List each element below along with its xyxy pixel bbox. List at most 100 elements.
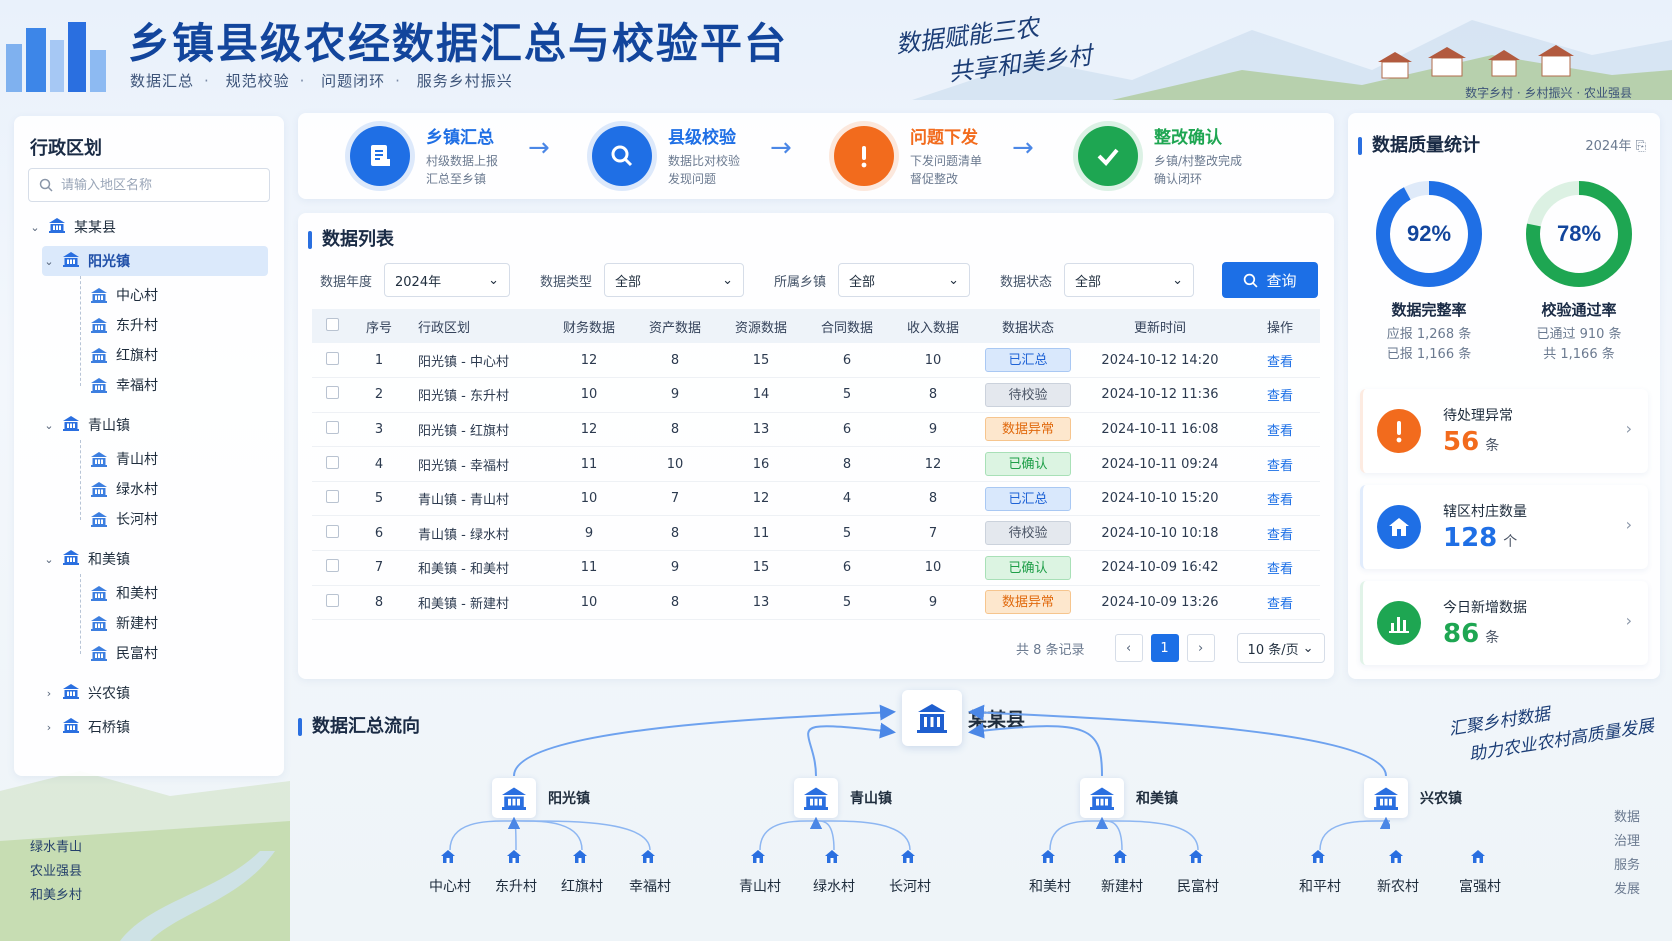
- view-link[interactable]: 查看: [1267, 459, 1293, 474]
- page-size-select[interactable]: 10 条/页 ⌄: [1236, 633, 1325, 663]
- row-checkbox[interactable]: [325, 420, 339, 434]
- process-step[interactable]: 问题下发 下发问题清单 督促整改: [834, 123, 982, 188]
- search-icon: [39, 178, 53, 192]
- table-row: 4 阳光镇 - 幸福村 11 10 16 8 12 已确认 2024-10-11 09:24 查看: [312, 446, 1320, 482]
- tree-town[interactable]: ⌄ 青山镇: [42, 410, 268, 440]
- status-cell: 数据异常: [976, 585, 1080, 621]
- stat-unit: 个: [1503, 534, 1518, 550]
- next-page-button[interactable]: ›: [1186, 634, 1215, 662]
- view-link[interactable]: 查看: [1267, 424, 1293, 439]
- region-search-input[interactable]: [61, 177, 251, 193]
- table-cell: 2024-10-12 11:36: [1080, 377, 1240, 413]
- stat-card[interactable]: 待处理异常 56 条 ›: [1360, 389, 1648, 473]
- total-records: 共 8 条记录: [1016, 642, 1085, 658]
- status-cell: 数据异常: [976, 412, 1080, 448]
- status-select[interactable]: 全部 ⌄: [1064, 263, 1195, 297]
- stat-card[interactable]: 辖区村庄数量 128 个 ›: [1360, 485, 1648, 569]
- tree-town[interactable]: › 石桥镇: [42, 712, 268, 742]
- table-cell: 12: [546, 412, 632, 448]
- row-checkbox[interactable]: [325, 490, 339, 504]
- table-cell: 7: [352, 550, 406, 586]
- chevron-down-icon: ⌄: [44, 418, 54, 432]
- tree-village[interactable]: 绿水村: [90, 474, 260, 504]
- tree-town[interactable]: › 兴农镇: [42, 678, 268, 708]
- house-icon: [1377, 505, 1421, 549]
- row-checkbox[interactable]: [325, 593, 339, 607]
- data-table: 序号 行政区划 财务数据 资产数据 资源数据 合同数据 收入数据 数据状态 更新…: [312, 309, 1320, 621]
- tree-village[interactable]: 东升村: [90, 310, 260, 340]
- table-cell: 2024-10-10 10:18: [1080, 515, 1240, 552]
- year-select[interactable]: 2024年 ⌄: [384, 263, 511, 297]
- row-checkbox[interactable]: [325, 524, 339, 538]
- table-cell: 阳光镇 - 东升村: [406, 377, 546, 413]
- view-link[interactable]: 查看: [1267, 597, 1293, 612]
- process-step[interactable]: 乡镇汇总 村级数据上报 汇总至乡镇: [350, 123, 498, 188]
- action-cell: 查看: [1240, 377, 1320, 413]
- tree-town[interactable]: ⌄ 阳光镇: [42, 246, 268, 276]
- table-cell: 10: [632, 446, 718, 482]
- view-link[interactable]: 查看: [1267, 389, 1293, 404]
- view-link[interactable]: 查看: [1267, 562, 1293, 577]
- city-buildings-icon: [6, 22, 106, 92]
- filter-status: 数据状态 全部 ⌄: [1000, 263, 1195, 297]
- column-header: 数据状态: [976, 309, 1080, 343]
- tree-village[interactable]: 幸福村: [90, 370, 260, 400]
- tree-village-label: 新建村: [116, 616, 158, 632]
- step-desc-line: 乡镇/村整改完成: [1154, 154, 1243, 168]
- filter-label: 数据类型: [540, 274, 593, 290]
- pass-rate-donut: 78%: [1526, 181, 1632, 287]
- view-link[interactable]: 查看: [1267, 355, 1293, 370]
- type-select[interactable]: 全部 ⌄: [604, 263, 745, 297]
- region-search[interactable]: [28, 168, 270, 202]
- tree-village[interactable]: 青山村: [90, 444, 260, 474]
- completeness-value: 92%: [1407, 221, 1451, 246]
- stat-label: 待处理异常: [1443, 408, 1513, 424]
- motto-text: 和美乡村: [30, 888, 83, 903]
- action-cell: 查看: [1240, 412, 1320, 448]
- town-building-icon: [62, 683, 80, 703]
- stat-value-wrap: 56 条: [1443, 427, 1499, 457]
- stat-card[interactable]: 今日新增数据 86 条 ›: [1360, 581, 1648, 665]
- table-header: 序号 行政区划 财务数据 资产数据 资源数据 合同数据 收入数据 数据状态 更新…: [312, 309, 1320, 343]
- tree-county[interactable]: ⌄ 某某县: [28, 212, 268, 242]
- year-picker[interactable]: 2024年 ⎘: [1585, 135, 1646, 154]
- step-desc-line: 督促整改: [910, 172, 959, 186]
- table-row: 2 阳光镇 - 东升村 10 9 14 5 8 待校验 2024-10-12 11:36 查看: [312, 377, 1320, 413]
- prev-page-button[interactable]: ‹: [1114, 634, 1143, 662]
- table-cell: 9: [632, 550, 718, 586]
- select-all-checkbox[interactable]: [325, 317, 339, 331]
- view-link[interactable]: 查看: [1267, 493, 1293, 508]
- action-cell: 查看: [1240, 585, 1320, 621]
- flow-connector: [1096, 817, 1123, 851]
- check-icon: [1078, 125, 1138, 186]
- query-button[interactable]: 查询: [1222, 262, 1318, 298]
- town-select[interactable]: 全部 ⌄: [838, 263, 971, 297]
- header-tagline: 数字乡村 · 乡村振兴 · 农业强县: [1465, 86, 1632, 100]
- row-checkbox[interactable]: [325, 455, 339, 469]
- tree-village-label: 幸福村: [116, 378, 158, 394]
- process-step[interactable]: 整改确认 乡镇/村整改完成 确认闭环: [1078, 123, 1242, 188]
- tree-village[interactable]: 红旗村: [90, 340, 260, 370]
- pass-rate-label: 校验通过率: [1541, 301, 1617, 319]
- status-cell: 待校验: [976, 377, 1080, 413]
- row-checkbox[interactable]: [325, 559, 339, 573]
- row-checkbox[interactable]: [325, 351, 339, 365]
- table-cell: 8: [632, 412, 718, 448]
- process-step[interactable]: 县级校验 数据比对校验 发现问题: [592, 123, 740, 188]
- row-checkbox[interactable]: [325, 386, 339, 400]
- village-house-icon: [1470, 848, 1486, 868]
- action-cell: 查看: [1240, 515, 1320, 552]
- tree-village[interactable]: 中心村: [90, 280, 260, 310]
- view-link[interactable]: 查看: [1267, 528, 1293, 543]
- tree-town[interactable]: ⌄ 和美镇: [42, 544, 268, 574]
- completeness-line: 已报 1,166 条: [1386, 347, 1472, 362]
- app-subtitle: 数据汇总 · 规范校验 · 问题闭环 · 服务乡村振兴: [130, 72, 513, 90]
- page-button[interactable]: 1: [1150, 634, 1179, 662]
- tree-village[interactable]: 民富村: [90, 638, 260, 668]
- tree-village[interactable]: 长河村: [90, 504, 260, 534]
- tree-village[interactable]: 和美村: [90, 578, 260, 608]
- motto-text: 绿水青山: [30, 840, 83, 855]
- step-text: 整改确认 乡镇/村整改完成 确认闭环: [1154, 123, 1242, 188]
- step-desc-line: 村级数据上报: [426, 154, 499, 168]
- tree-village[interactable]: 新建村: [90, 608, 260, 638]
